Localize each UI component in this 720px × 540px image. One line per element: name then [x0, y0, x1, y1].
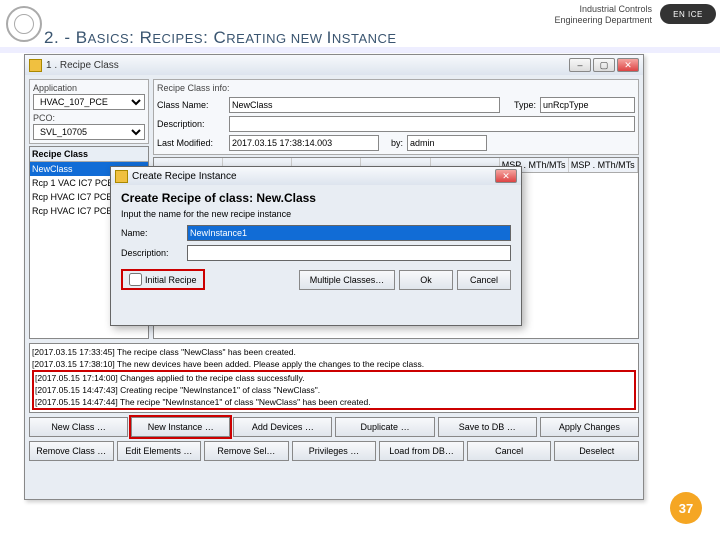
by-input [407, 135, 487, 151]
application-select[interactable]: HVAC_107_PCE [33, 94, 145, 110]
load-from-db-button[interactable]: Load from DB… [379, 441, 464, 461]
pco-select[interactable]: SVL_10705 [33, 124, 145, 140]
close-button[interactable]: ✕ [617, 58, 639, 72]
edit-elements-button[interactable]: Edit Elements … [117, 441, 202, 461]
dialog-cancel-button[interactable]: Cancel [457, 270, 511, 290]
desc-label: Description: [157, 119, 225, 129]
initial-recipe-check-input[interactable] [129, 273, 142, 286]
log-line: [2017.05.15 17:14:00] Changes applied to… [35, 372, 633, 384]
minimize-button[interactable]: – [569, 58, 591, 72]
window-titlebar[interactable]: 1 . Recipe Class – ▢ ✕ [25, 55, 643, 75]
header-line2: Engineering Department [50, 15, 652, 26]
application-label: Application [33, 83, 145, 93]
button-row-1: New Class … New Instance … Add Devices …… [29, 417, 639, 437]
log-line: [2017.03.15 17:33:45] The recipe class "… [32, 346, 636, 358]
multiple-classes-button[interactable]: Multiple Classes… [299, 270, 395, 290]
save-to-db-button[interactable]: Save to DB … [438, 417, 537, 437]
slide-title: 2. - BASICS: RECIPES: CREATING NEW INSTA… [44, 28, 397, 48]
dialog-close-button[interactable]: ✕ [495, 169, 517, 183]
type-input[interactable] [540, 97, 635, 113]
dialog-name-label: Name: [121, 228, 181, 238]
last-modified-input [229, 135, 379, 151]
class-info-label: Recipe Class info: [157, 83, 635, 93]
maximize-button[interactable]: ▢ [593, 58, 615, 72]
class-name-input[interactable] [229, 97, 500, 113]
dialog-name-input[interactable] [187, 225, 511, 241]
ok-button[interactable]: Ok [399, 270, 453, 290]
class-info-form: Recipe Class info: Class Name: Type: Des… [153, 79, 639, 155]
pco-label: PCO: [33, 113, 145, 123]
new-instance-button[interactable]: New Instance … [131, 417, 230, 437]
create-instance-dialog: Create Recipe Instance ✕ Create Recipe o… [110, 166, 522, 326]
log-highlight: [2017.05.15 17:14:00] Changes applied to… [32, 370, 636, 410]
by-label: by: [383, 138, 403, 148]
remove-class-button[interactable]: Remove Class … [29, 441, 114, 461]
dialog-desc-label: Description: [121, 248, 181, 258]
application-group: Application HVAC_107_PCE PCO: SVL_10705 [29, 79, 149, 144]
window-icon [29, 59, 42, 72]
enice-badge: EN ICE [660, 4, 716, 24]
header-band [0, 47, 720, 53]
cern-logo [6, 6, 42, 42]
last-modified-label: Last Modified: [157, 138, 225, 148]
desc-input[interactable] [229, 116, 635, 132]
type-label: Type: [504, 100, 536, 110]
duplicate-button[interactable]: Duplicate … [335, 417, 434, 437]
dialog-heading: Create Recipe of class: New.Class [121, 191, 511, 205]
cancel-button[interactable]: Cancel [467, 441, 552, 461]
class-list-header: Recipe Class [30, 147, 148, 162]
new-class-button[interactable]: New Class … [29, 417, 128, 437]
log-line: [2017.05.15 14:47:43] Creating recipe "N… [35, 384, 633, 396]
dialog-titlebar[interactable]: Create Recipe Instance ✕ [111, 167, 521, 185]
log-panel[interactable]: [2017.03.15 17:33:45] The recipe class "… [29, 343, 639, 413]
dialog-icon [115, 170, 128, 183]
header-right: Industrial Controls Engineering Departme… [50, 4, 652, 26]
class-name-label: Class Name: [157, 100, 225, 110]
initial-recipe-checkbox[interactable]: Initial Recipe [121, 269, 205, 290]
dialog-title: Create Recipe Instance [132, 171, 237, 182]
button-row-2: Remove Class … Edit Elements … Remove Se… [29, 441, 639, 461]
add-devices-button[interactable]: Add Devices … [233, 417, 332, 437]
slide-number-badge: 37 [670, 492, 702, 524]
apply-changes-button[interactable]: Apply Changes [540, 417, 639, 437]
remove-sel-button[interactable]: Remove Sel… [204, 441, 289, 461]
privileges-button[interactable]: Privileges … [292, 441, 377, 461]
log-line: [2017.05.15 14:47:44] The recipe "NewIns… [35, 396, 633, 408]
log-line: [2017.03.15 17:38:10] The new devices ha… [32, 358, 636, 370]
header-line1: Industrial Controls [50, 4, 652, 15]
deselect-button[interactable]: Deselect [554, 441, 639, 461]
dialog-subtitle: Input the name for the new recipe instan… [121, 209, 511, 219]
dialog-desc-input[interactable] [187, 245, 511, 261]
window-title: 1 . Recipe Class [46, 60, 119, 71]
